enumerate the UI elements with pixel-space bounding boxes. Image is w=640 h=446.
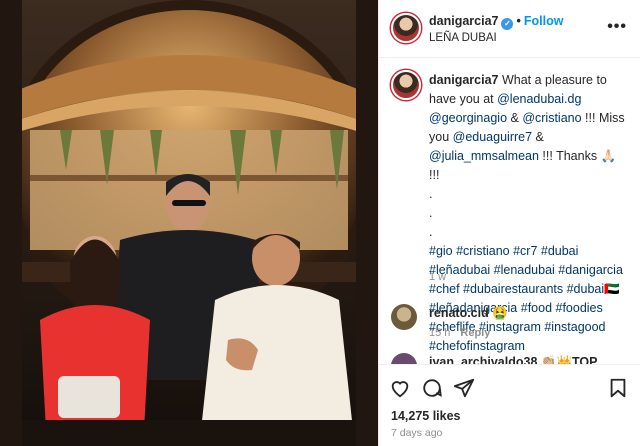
share-icon[interactable] — [453, 377, 475, 399]
likes-count[interactable]: 14,275 likes — [391, 409, 461, 423]
caption-line-1: danigarcia7 What a pleasure to have you … — [429, 71, 629, 109]
bookmark-icon[interactable] — [607, 377, 629, 399]
post-header: danigarcia7 ✓ • Follow LEÑA DUBAI ••• — [379, 0, 640, 58]
hashtags-line-2[interactable]: #leñadubai #lenadubai #danigarcia — [429, 261, 629, 280]
hashtags-line-6[interactable]: #chefofinstagram — [429, 337, 629, 356]
comment-icon[interactable] — [421, 377, 443, 399]
caption-dot-2: . — [429, 206, 433, 220]
author-avatar[interactable] — [391, 13, 421, 43]
post-actions: 14,275 likes 7 days ago — [379, 364, 640, 446]
caption-dot-1: . — [429, 187, 433, 201]
verified-badge-icon: ✓ — [501, 18, 514, 30]
comment-text: 👏🏼👑TOP — [540, 355, 598, 364]
comment-text: 🤮 — [492, 306, 508, 320]
mention-georginagio[interactable]: @georginagio — [429, 111, 507, 125]
more-options-icon[interactable]: ••• — [607, 18, 627, 36]
caption-amp-2: & — [532, 130, 544, 144]
commenter-username[interactable]: renato.cid — [429, 306, 489, 320]
instagram-post: danigarcia7 ✓ • Follow LEÑA DUBAI ••• danig… — [0, 0, 640, 446]
mention-eduaguirre[interactable]: @eduaguirre7 — [453, 130, 532, 144]
comment-line: ivan_archivaldo38 👏🏼👑TOP — [429, 355, 598, 364]
mention-lenadubai[interactable]: @lenadubai.dg — [497, 92, 581, 106]
comments-scroll-area[interactable]: danigarcia7 What a pleasure to have you … — [379, 59, 640, 364]
post-photo-image — [0, 0, 378, 446]
caption-author-avatar[interactable] — [391, 70, 421, 100]
author-line: danigarcia7 ✓ • Follow — [429, 14, 563, 30]
comment-line: renato.cid 🤮 — [429, 306, 508, 321]
heart-icon[interactable] — [389, 377, 411, 399]
commenter-username[interactable]: ivan_archivaldo38 — [429, 355, 537, 364]
separator-dot: • — [516, 14, 521, 28]
follow-button[interactable]: Follow — [524, 14, 564, 28]
comment-age: 15 h — [429, 327, 451, 339]
hashtags-line-1[interactable]: #gio #cristiano #cr7 #dubai — [429, 242, 629, 261]
post-sidebar: danigarcia7 ✓ • Follow LEÑA DUBAI ••• danig… — [378, 0, 640, 446]
caption-timestamp[interactable]: 1 w — [429, 271, 446, 283]
reply-button[interactable]: Reply — [460, 327, 490, 339]
caption-username[interactable]: danigarcia7 — [429, 73, 498, 87]
post-location[interactable]: LEÑA DUBAI — [429, 32, 497, 44]
comment-meta: 15 h Reply — [429, 327, 490, 339]
mention-cristiano[interactable]: @cristiano — [522, 111, 581, 125]
caption-line-3: @julia_mmsalmean !!! Thanks 🙏🏻 !!! — [429, 147, 629, 185]
caption-line-2: @georginagio & @cristiano !!! Miss you @… — [429, 109, 629, 147]
caption-amp-1: & — [507, 111, 523, 125]
commenter-avatar[interactable] — [391, 353, 417, 364]
post-photo[interactable] — [0, 0, 378, 446]
post-age[interactable]: 7 days ago — [391, 427, 442, 439]
mention-julia[interactable]: @julia_mmsalmean — [429, 149, 539, 163]
author-username[interactable]: danigarcia7 — [429, 14, 498, 28]
hashtags-line-3[interactable]: #chef #dubairestaurants #dubai🇦🇪 — [429, 280, 629, 299]
commenter-avatar[interactable] — [391, 304, 417, 330]
caption-dot-3: . — [429, 225, 433, 239]
